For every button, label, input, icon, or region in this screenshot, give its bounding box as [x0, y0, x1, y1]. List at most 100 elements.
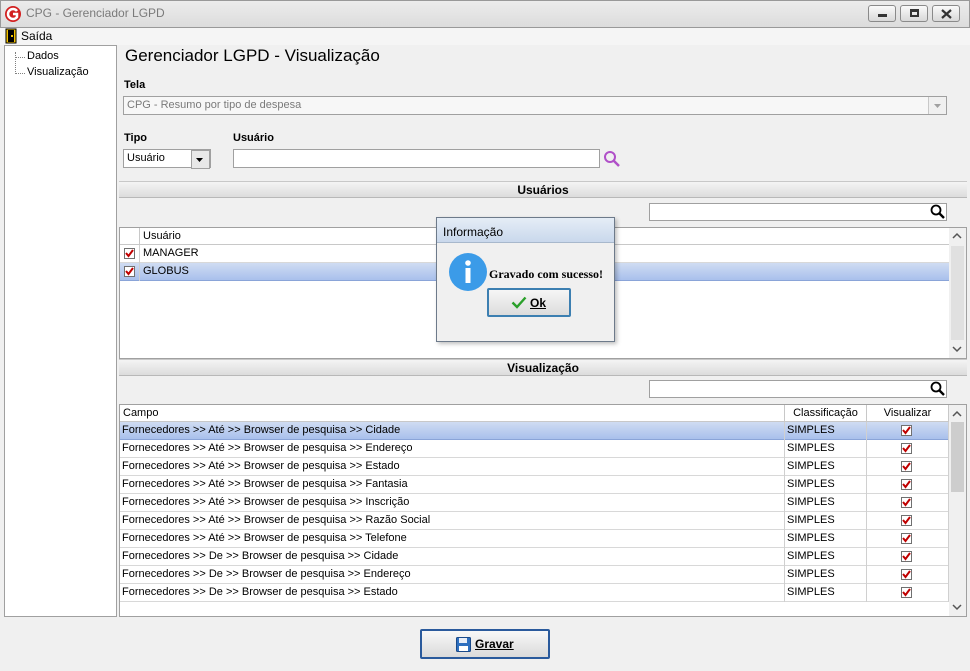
classificacao-cell: SIMPLES — [785, 584, 867, 602]
view-scrollbar[interactable] — [949, 405, 966, 616]
campo-cell: Fornecedores >> Até >> Browser de pesqui… — [120, 476, 785, 494]
info-icon — [449, 253, 487, 291]
campo-cell: Fornecedores >> Até >> Browser de pesqui… — [120, 458, 785, 476]
visualizar-cell — [867, 422, 949, 440]
visualizar-cell — [867, 548, 949, 566]
campo-cell: Fornecedores >> Até >> Browser de pesqui… — [120, 494, 785, 512]
tipo-select[interactable]: Usuário — [123, 149, 211, 169]
user-checkbox[interactable] — [124, 248, 135, 259]
chevron-up-icon[interactable] — [952, 410, 962, 417]
tree-item-visualizacao[interactable]: Visualização — [27, 66, 89, 78]
view-grid[interactable]: Campo Classificação Visualizar Fornecedo… — [119, 404, 967, 617]
chevron-down-icon[interactable] — [928, 97, 946, 114]
visualizar-checkbox[interactable] — [901, 461, 912, 472]
user-checkbox[interactable] — [124, 266, 135, 277]
users-scrollbar[interactable] — [949, 228, 966, 358]
chevron-down-icon[interactable] — [952, 346, 962, 353]
chevron-down-icon[interactable] — [191, 150, 210, 169]
classificacao-cell: SIMPLES — [785, 422, 867, 440]
visualizar-cell — [867, 440, 949, 458]
table-row[interactable]: Fornecedores >> Até >> Browser de pesqui… — [120, 494, 949, 512]
visualizar-checkbox[interactable] — [901, 497, 912, 508]
visualizar-cell — [867, 476, 949, 494]
minimize-icon — [878, 14, 887, 17]
app-logo-icon — [4, 5, 22, 23]
table-row[interactable]: Fornecedores >> Até >> Browser de pesqui… — [120, 512, 949, 530]
chevron-up-icon[interactable] — [952, 232, 962, 239]
classificacao-cell: SIMPLES — [785, 476, 867, 494]
menu-item-exit[interactable]: Saída — [21, 29, 52, 43]
tela-select-value: CPG - Resumo por tipo de despesa — [127, 99, 302, 111]
campo-cell: Fornecedores >> Até >> Browser de pesqui… — [120, 440, 785, 458]
navigation-tree[interactable]: Dados Visualização — [4, 45, 117, 617]
search-icon[interactable] — [930, 381, 946, 397]
info-dialog[interactable]: Informação Gravado com sucesso! Ok — [436, 217, 615, 342]
classificacao-cell: SIMPLES — [785, 530, 867, 548]
dialog-title-bar[interactable]: Informação — [437, 218, 614, 243]
view-grid-header-visualizar[interactable]: Visualizar — [867, 405, 949, 422]
save-button[interactable]: Gravar — [420, 629, 550, 659]
search-icon[interactable] — [930, 204, 946, 220]
tela-select[interactable]: CPG - Resumo por tipo de despesa — [123, 96, 947, 115]
classificacao-cell: SIMPLES — [785, 566, 867, 584]
table-row[interactable]: Fornecedores >> Até >> Browser de pesqui… — [120, 422, 949, 440]
campo-cell: Fornecedores >> De >> Browser de pesquis… — [120, 548, 785, 566]
chevron-down-icon[interactable] — [952, 604, 962, 611]
campo-cell: Fornecedores >> Até >> Browser de pesqui… — [120, 512, 785, 530]
search-icon[interactable] — [603, 150, 621, 168]
minimize-button[interactable] — [868, 5, 896, 22]
visualizar-cell — [867, 494, 949, 512]
classificacao-cell: SIMPLES — [785, 548, 867, 566]
close-button[interactable] — [932, 5, 960, 22]
view-scrollbar-thumb[interactable] — [951, 422, 964, 492]
window-title: CPG - Gerenciador LGPD — [26, 6, 165, 20]
tree-item-dados[interactable]: Dados — [27, 50, 59, 62]
view-grid-header-classificacao[interactable]: Classificação — [785, 405, 867, 422]
table-row[interactable]: Fornecedores >> De >> Browser de pesquis… — [120, 566, 949, 584]
dialog-message: Gravado com sucesso! — [489, 267, 603, 281]
classificacao-cell: SIMPLES — [785, 494, 867, 512]
campo-cell: Fornecedores >> Até >> Browser de pesqui… — [120, 530, 785, 548]
view-grid-header-campo[interactable]: Campo — [120, 405, 785, 422]
table-row[interactable]: Fornecedores >> De >> Browser de pesquis… — [120, 584, 949, 602]
visualizar-cell — [867, 566, 949, 584]
visualizar-cell — [867, 530, 949, 548]
visualizar-checkbox[interactable] — [901, 443, 912, 454]
users-search-input[interactable] — [649, 203, 947, 221]
visualizar-checkbox[interactable] — [901, 479, 912, 490]
users-scrollbar-track[interactable] — [951, 246, 964, 340]
dialog-title: Informação — [443, 225, 504, 239]
visualizar-checkbox[interactable] — [901, 425, 912, 436]
visualizar-checkbox[interactable] — [901, 569, 912, 580]
visualizar-checkbox[interactable] — [901, 587, 912, 598]
tipo-label: Tipo — [124, 132, 148, 144]
usuario-input[interactable] — [233, 149, 600, 168]
ok-button-label: Ok — [530, 296, 547, 310]
close-icon — [941, 9, 952, 19]
save-button-label: Gravar — [475, 637, 514, 651]
classificacao-cell: SIMPLES — [785, 512, 867, 530]
tipo-select-value: Usuário — [127, 152, 165, 164]
users-grid-check-header — [120, 228, 140, 245]
visualizar-checkbox[interactable] — [901, 515, 912, 526]
visualizar-checkbox[interactable] — [901, 533, 912, 544]
usuario-label: Usuário — [233, 132, 274, 144]
table-row[interactable]: Fornecedores >> Até >> Browser de pesqui… — [120, 440, 949, 458]
users-section-header: Usuários — [119, 181, 967, 198]
classificacao-cell: SIMPLES — [785, 458, 867, 476]
campo-cell: Fornecedores >> De >> Browser de pesquis… — [120, 566, 785, 584]
table-row[interactable]: Fornecedores >> Até >> Browser de pesqui… — [120, 458, 949, 476]
exit-door-icon[interactable] — [5, 28, 17, 44]
floppy-disk-icon — [456, 637, 471, 652]
table-row[interactable]: Fornecedores >> De >> Browser de pesquis… — [120, 548, 949, 566]
table-row[interactable]: Fornecedores >> Até >> Browser de pesqui… — [120, 476, 949, 494]
page-title: Gerenciador LGPD - Visualização — [125, 46, 380, 65]
view-search-input[interactable] — [649, 380, 947, 398]
ok-button[interactable]: Ok — [487, 288, 571, 317]
visualizar-checkbox[interactable] — [901, 551, 912, 562]
restore-button[interactable] — [900, 5, 928, 22]
view-section-header: Visualização — [119, 359, 967, 376]
campo-cell: Fornecedores >> Até >> Browser de pesqui… — [120, 422, 785, 440]
menu-bar — [0, 28, 970, 45]
table-row[interactable]: Fornecedores >> Até >> Browser de pesqui… — [120, 530, 949, 548]
